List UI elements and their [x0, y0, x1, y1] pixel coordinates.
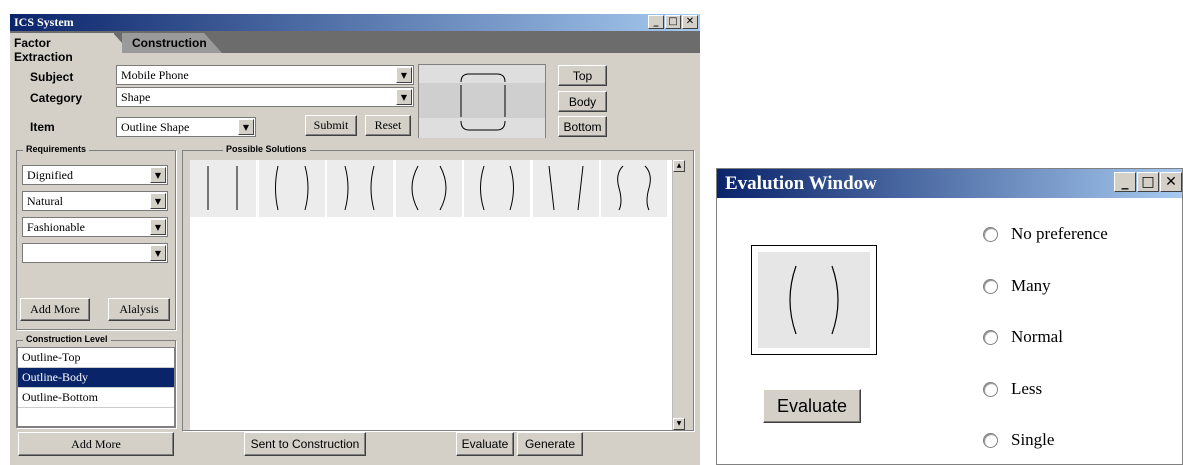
- scroll-up-icon[interactable]: ▲: [673, 160, 685, 172]
- window-title: ICS System: [14, 15, 74, 29]
- radio-label: Less: [1011, 379, 1043, 398]
- requirement-select-1[interactable]: Dignified ▼: [22, 165, 168, 185]
- radio-no-preference[interactable]: No preference: [983, 224, 1108, 244]
- level-item-outline-body[interactable]: Outline-Body: [18, 368, 174, 388]
- radio-icon[interactable]: [983, 381, 998, 397]
- chevron-down-icon[interactable]: ▼: [238, 119, 254, 135]
- chevron-down-icon[interactable]: ▼: [396, 89, 412, 105]
- radio-label: Normal: [1011, 327, 1063, 346]
- phone-outline-icon: [460, 73, 506, 131]
- radio-icon[interactable]: [983, 329, 998, 345]
- level-item-outline-top[interactable]: Outline-Top: [18, 348, 174, 368]
- solution-thumbnail[interactable]: [190, 160, 256, 217]
- subject-select-value: Mobile Phone: [121, 67, 189, 82]
- sent-to-construction-button[interactable]: Sent to Construction: [244, 432, 366, 456]
- radio-label: Many: [1011, 276, 1051, 295]
- radio-label: No preference: [1011, 224, 1108, 243]
- category-label: Category: [30, 91, 83, 105]
- close-icon[interactable]: ✕: [1160, 172, 1182, 192]
- radio-normal[interactable]: Normal: [983, 327, 1063, 347]
- bottom-button[interactable]: Bottom: [558, 116, 607, 137]
- tab-factor-extraction[interactable]: Factor Extraction: [10, 33, 114, 64]
- chevron-down-icon[interactable]: ▼: [150, 219, 166, 235]
- radio-icon[interactable]: [983, 226, 998, 242]
- close-icon[interactable]: ✕: [682, 15, 698, 29]
- solution-thumbnail[interactable]: [601, 160, 667, 217]
- curved-outline-icon: [789, 265, 839, 335]
- wavy-lines-icon: [617, 165, 651, 211]
- solution-thumbnail[interactable]: [259, 160, 325, 217]
- straight-lines-icon: [207, 166, 238, 210]
- body-button[interactable]: Body: [558, 91, 607, 112]
- maximize-icon[interactable]: □: [665, 15, 681, 29]
- radio-single[interactable]: Single: [983, 430, 1054, 450]
- slanted-lines-icon: [548, 165, 584, 211]
- item-select[interactable]: Outline Shape ▼: [116, 117, 256, 137]
- chevron-down-icon[interactable]: ▼: [150, 193, 166, 209]
- eval-preview-inner: [758, 252, 870, 348]
- curved-lines-icon: [411, 165, 447, 211]
- solution-thumbnail[interactable]: [533, 160, 599, 217]
- possible-solutions-title: Possible Solutions: [223, 144, 310, 154]
- radio-icon[interactable]: [983, 278, 998, 294]
- chevron-down-icon[interactable]: ▼: [150, 245, 166, 261]
- reset-button[interactable]: Reset: [365, 115, 411, 136]
- eval-titlebar: Evalution Window _ □ ✕: [717, 169, 1182, 198]
- minimize-icon[interactable]: _: [1114, 172, 1136, 192]
- eval-evaluate-button[interactable]: Evaluate: [763, 389, 861, 423]
- solution-thumbnail[interactable]: [327, 160, 393, 217]
- category-select-value: Shape: [121, 89, 151, 104]
- scroll-down-icon[interactable]: ▼: [673, 418, 685, 430]
- tab-construction[interactable]: Construction: [122, 33, 222, 53]
- eval-window-title: Evalution Window: [725, 172, 877, 194]
- curved-lines-icon: [275, 165, 309, 211]
- tab-factor-extraction-label: Factor Extraction: [14, 36, 73, 64]
- radio-many[interactable]: Many: [983, 276, 1051, 296]
- generate-button[interactable]: Generate: [517, 432, 583, 456]
- submit-button[interactable]: Submit: [305, 115, 357, 136]
- solutions-scrollbar[interactable]: ▲ ▼: [672, 160, 686, 430]
- chevron-down-icon[interactable]: ▼: [396, 67, 412, 83]
- category-select[interactable]: Shape ▼: [116, 87, 414, 107]
- requirement-value-3: Fashionable: [27, 219, 85, 234]
- main-titlebar: ICS System _ □ ✕: [10, 14, 700, 31]
- ics-main-window: ICS System _ □ ✕ Factor Extraction Const…: [10, 14, 700, 465]
- item-select-value: Outline Shape: [121, 119, 190, 134]
- requirement-value-2: Natural: [27, 193, 63, 208]
- analysis-button[interactable]: Alalysis: [108, 298, 170, 321]
- level-item-outline-bottom[interactable]: Outline-Bottom: [18, 388, 174, 408]
- shape-preview: [418, 64, 546, 138]
- solution-thumbnail[interactable]: [396, 160, 462, 217]
- curved-lines-icon: [480, 165, 514, 211]
- requirements-title: Requirements: [23, 144, 90, 154]
- minimize-icon[interactable]: _: [648, 15, 664, 29]
- radio-icon[interactable]: [983, 432, 998, 448]
- evaluate-button[interactable]: Evaluate: [456, 432, 514, 456]
- tab-construction-label: Construction: [132, 36, 207, 50]
- evaluation-window: Evalution Window _ □ ✕ Evaluate No prefe…: [716, 168, 1183, 465]
- construction-level-list: Outline-Top Outline-Body Outline-Bottom: [17, 347, 175, 427]
- top-button[interactable]: Top: [558, 65, 607, 86]
- maximize-icon[interactable]: □: [1137, 172, 1159, 192]
- solutions-panel: [190, 160, 672, 430]
- solution-thumbnail[interactable]: [464, 160, 530, 217]
- radio-less[interactable]: Less: [983, 379, 1042, 399]
- radio-label: Single: [1011, 430, 1055, 449]
- chevron-down-icon[interactable]: ▼: [150, 167, 166, 183]
- requirement-select-3[interactable]: Fashionable ▼: [22, 217, 168, 237]
- requirement-select-2[interactable]: Natural ▼: [22, 191, 168, 211]
- requirement-value-1: Dignified: [27, 167, 73, 182]
- item-label: Item: [30, 120, 55, 134]
- add-more-level-button[interactable]: Add More: [18, 432, 174, 456]
- eval-preview: [751, 245, 877, 355]
- add-more-button[interactable]: Add More: [20, 298, 90, 321]
- tab-strip: Factor Extraction Construction: [10, 31, 700, 64]
- subject-select[interactable]: Mobile Phone ▼: [116, 65, 414, 85]
- curved-lines-icon: [344, 165, 375, 211]
- subject-label: Subject: [30, 70, 74, 84]
- construction-level-title: Construction Level: [23, 334, 111, 344]
- requirement-select-4[interactable]: ▼: [22, 243, 168, 263]
